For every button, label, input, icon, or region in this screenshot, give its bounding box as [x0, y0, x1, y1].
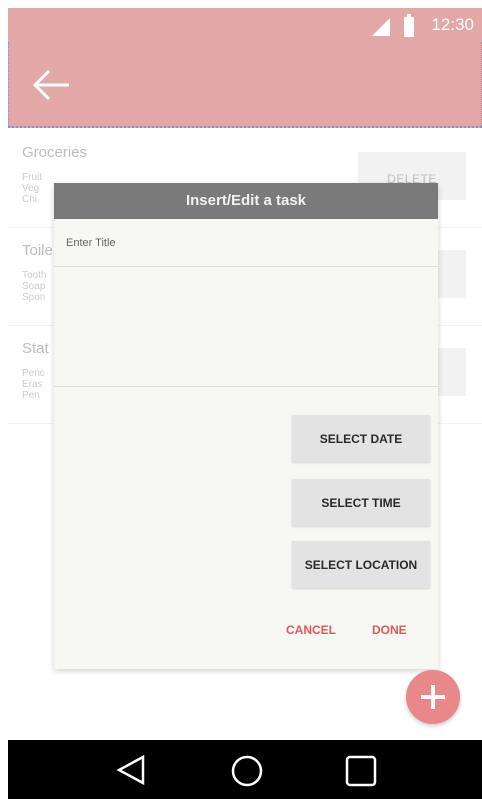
title-input[interactable]	[54, 219, 438, 267]
description-input[interactable]	[54, 267, 438, 387]
select-date-button[interactable]: SELECT DATE	[292, 415, 430, 462]
app-screen: 12:30 Groceries Fruit Veg Chi DELETE Toi…	[8, 8, 482, 799]
status-time: 12:30	[431, 15, 474, 34]
done-button[interactable]: DONE	[372, 623, 407, 637]
battery-icon	[404, 14, 414, 37]
task-dialog: Insert/Edit a task SELECT DATE SELECT TI…	[54, 183, 438, 669]
app-bar	[8, 42, 482, 128]
system-nav-bar	[8, 740, 482, 799]
square-recents-icon[interactable]	[344, 754, 378, 788]
arrow-left-icon[interactable]	[31, 68, 71, 102]
cancel-button[interactable]: CANCEL	[286, 623, 336, 637]
select-time-button[interactable]: SELECT TIME	[292, 479, 430, 526]
dialog-title: Insert/Edit a task	[54, 183, 438, 219]
signal-icon	[372, 18, 390, 36]
circle-home-icon[interactable]	[230, 754, 264, 788]
triangle-back-icon[interactable]	[113, 754, 149, 786]
select-location-button[interactable]: SELECT LOCATION	[292, 541, 430, 588]
add-task-fab[interactable]	[406, 670, 460, 724]
status-bar: 12:30	[8, 8, 482, 42]
